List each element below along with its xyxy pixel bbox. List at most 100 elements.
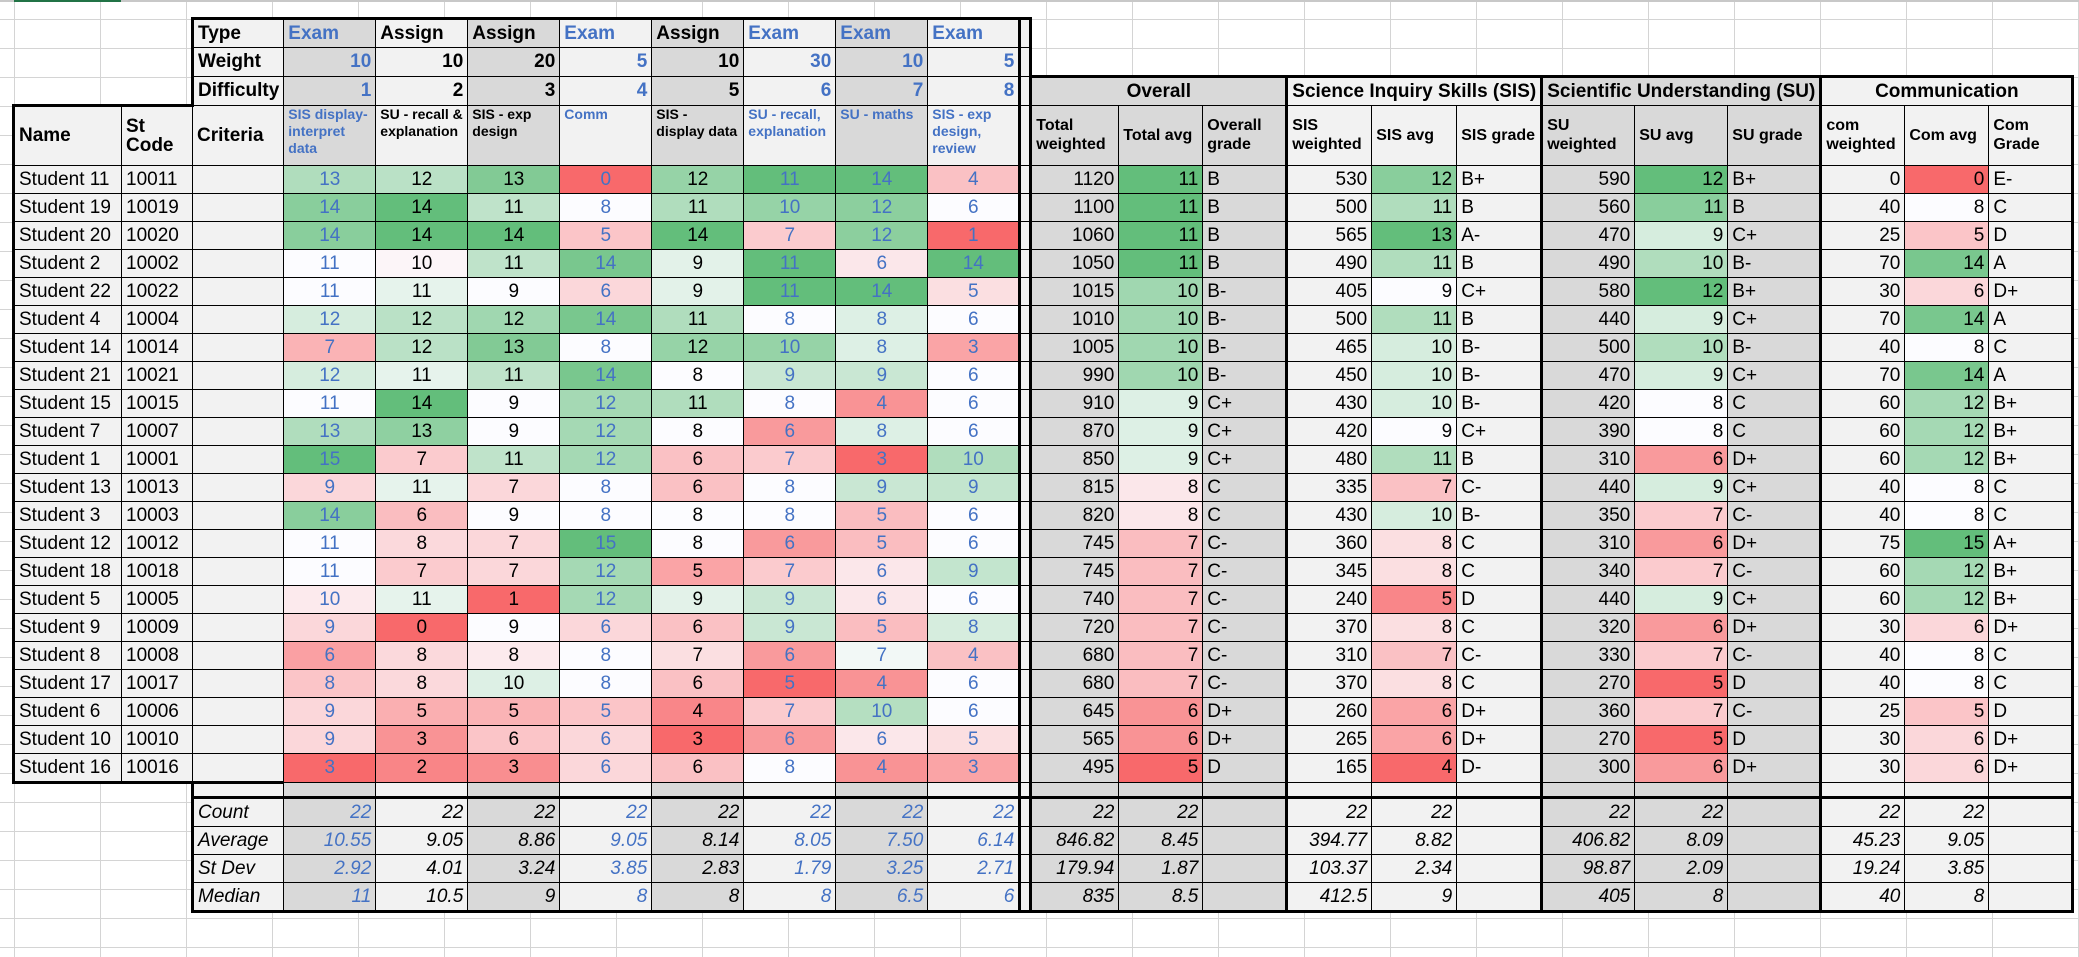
avg-cell[interactable]: 6: [1118, 696, 1204, 726]
avg-cell[interactable]: 12: [1634, 276, 1729, 306]
weighted-cell[interactable]: 530: [1285, 164, 1373, 194]
score-cell[interactable]: 14: [283, 192, 377, 222]
divider-cell[interactable]: [1019, 724, 1033, 754]
stat-value[interactable]: 8: [559, 881, 653, 913]
stat-value[interactable]: 98.87: [1540, 853, 1636, 883]
weighted-cell[interactable]: 430: [1285, 388, 1373, 418]
grade-cell[interactable]: A-: [1456, 220, 1543, 250]
score-cell[interactable]: 6: [927, 416, 1022, 446]
difficulty-cell[interactable]: 6: [743, 75, 837, 106]
avg-cell[interactable]: 6: [1634, 444, 1729, 474]
stat-value[interactable]: 4.01: [375, 853, 469, 883]
empty-cell[interactable]: [375, 781, 469, 798]
group-header[interactable]: Overall: [1029, 74, 1288, 106]
score-cell[interactable]: 12: [467, 304, 561, 334]
empty-cell[interactable]: [1727, 781, 1822, 798]
weighted-cell[interactable]: 440: [1540, 304, 1636, 334]
avg-cell[interactable]: 6: [1634, 752, 1729, 783]
grade-cell[interactable]: C: [1456, 668, 1543, 698]
weighted-cell[interactable]: 990: [1029, 360, 1120, 390]
weighted-cell[interactable]: 60: [1819, 388, 1906, 418]
stat-value[interactable]: 40: [1819, 881, 1906, 913]
score-cell[interactable]: 9: [651, 584, 745, 614]
avg-cell[interactable]: 14: [1904, 304, 1990, 334]
empty-cell[interactable]: [14, 826, 122, 854]
stat-value[interactable]: 19.24: [1819, 853, 1906, 883]
stat-value[interactable]: 8.86: [467, 825, 561, 855]
empty-cell[interactable]: [467, 781, 561, 798]
header-sis[interactable]: SIS avg: [1371, 104, 1458, 166]
weighted-cell[interactable]: 500: [1540, 332, 1636, 362]
avg-cell[interactable]: 11: [1118, 220, 1204, 250]
empty-cell[interactable]: [14, 797, 122, 826]
weighted-cell[interactable]: 565: [1285, 220, 1373, 250]
difficulty-cell[interactable]: 2: [375, 75, 469, 106]
avg-cell[interactable]: 8: [1904, 472, 1990, 502]
stat-value[interactable]: 6.14: [927, 825, 1022, 855]
student-code[interactable]: 10006: [121, 696, 193, 726]
avg-cell[interactable]: 5: [1904, 696, 1990, 726]
score-cell[interactable]: 13: [467, 332, 561, 362]
score-cell[interactable]: 6: [835, 556, 929, 586]
stat-value[interactable]: 9.05: [559, 825, 653, 855]
score-cell[interactable]: 8: [375, 528, 469, 558]
score-cell[interactable]: 5: [835, 500, 929, 530]
header-overall[interactable]: Overall grade: [1202, 104, 1288, 166]
student-name[interactable]: Student 18: [12, 556, 122, 586]
weighted-cell[interactable]: 745: [1029, 528, 1120, 558]
header-overall[interactable]: Total avg: [1118, 104, 1204, 166]
stat-value[interactable]: 22: [651, 795, 745, 827]
difficulty-cell[interactable]: 4: [559, 75, 653, 106]
empty-cell[interactable]: [1203, 48, 1287, 77]
grade-cell[interactable]: C+: [1456, 276, 1543, 306]
avg-cell[interactable]: 8: [1634, 416, 1729, 446]
stat-label[interactable]: Count: [190, 795, 285, 827]
avg-cell[interactable]: 11: [1371, 248, 1458, 278]
difficulty-cell[interactable]: 1: [283, 75, 377, 106]
student-code[interactable]: 10009: [121, 612, 193, 642]
stat-value[interactable]: 8.5: [1118, 881, 1204, 913]
student-code[interactable]: 10007: [121, 416, 193, 446]
weighted-cell[interactable]: 60: [1819, 416, 1906, 446]
divider-cell[interactable]: [1019, 472, 1033, 502]
score-cell[interactable]: 8: [559, 192, 653, 222]
grade-cell[interactable]: B: [1456, 192, 1543, 222]
stat-value[interactable]: 22: [743, 795, 837, 827]
weighted-cell[interactable]: 1050: [1029, 248, 1120, 278]
avg-cell[interactable]: 13: [1371, 220, 1458, 250]
weight-cell[interactable]: 10: [375, 47, 469, 77]
student-name[interactable]: Student 2: [12, 248, 122, 278]
score-cell[interactable]: 8: [559, 668, 653, 698]
avg-cell[interactable]: 10: [1371, 388, 1458, 418]
weighted-cell[interactable]: 40: [1819, 668, 1906, 698]
avg-cell[interactable]: 5: [1118, 752, 1204, 783]
type-cell[interactable]: Exam: [743, 17, 837, 48]
avg-cell[interactable]: 9: [1118, 416, 1204, 446]
grade-cell[interactable]: B-: [1456, 500, 1543, 530]
weight-cell[interactable]: 10: [283, 47, 377, 77]
student-code[interactable]: 10019: [121, 192, 193, 222]
score-cell[interactable]: 8: [651, 528, 745, 558]
score-cell[interactable]: 9: [467, 500, 561, 530]
score-cell[interactable]: 7: [467, 472, 561, 502]
stat-value[interactable]: 22: [1634, 795, 1729, 827]
student-name[interactable]: Student 4: [12, 304, 122, 334]
weighted-cell[interactable]: 500: [1285, 192, 1373, 222]
empty-cell[interactable]: [1457, 19, 1542, 48]
score-cell[interactable]: 3: [375, 724, 469, 754]
weighted-cell[interactable]: 910: [1029, 388, 1120, 418]
weighted-cell[interactable]: 300: [1540, 752, 1636, 783]
score-cell[interactable]: 11: [283, 528, 377, 558]
stat-value[interactable]: 405: [1540, 881, 1636, 913]
avg-cell[interactable]: 7: [1371, 472, 1458, 502]
type-cell[interactable]: Exam: [835, 17, 929, 48]
stat-value[interactable]: 22: [1285, 795, 1373, 827]
score-cell[interactable]: 14: [467, 220, 561, 250]
header-criterion[interactable]: SU - recall & explanation: [375, 104, 469, 166]
empty-cell[interactable]: [1372, 48, 1457, 77]
weighted-cell[interactable]: 270: [1540, 668, 1636, 698]
empty-cell[interactable]: [1905, 48, 1989, 77]
criteria-cell[interactable]: [191, 304, 285, 334]
weighted-cell[interactable]: 30: [1819, 612, 1906, 642]
empty-cell[interactable]: [1287, 48, 1372, 77]
